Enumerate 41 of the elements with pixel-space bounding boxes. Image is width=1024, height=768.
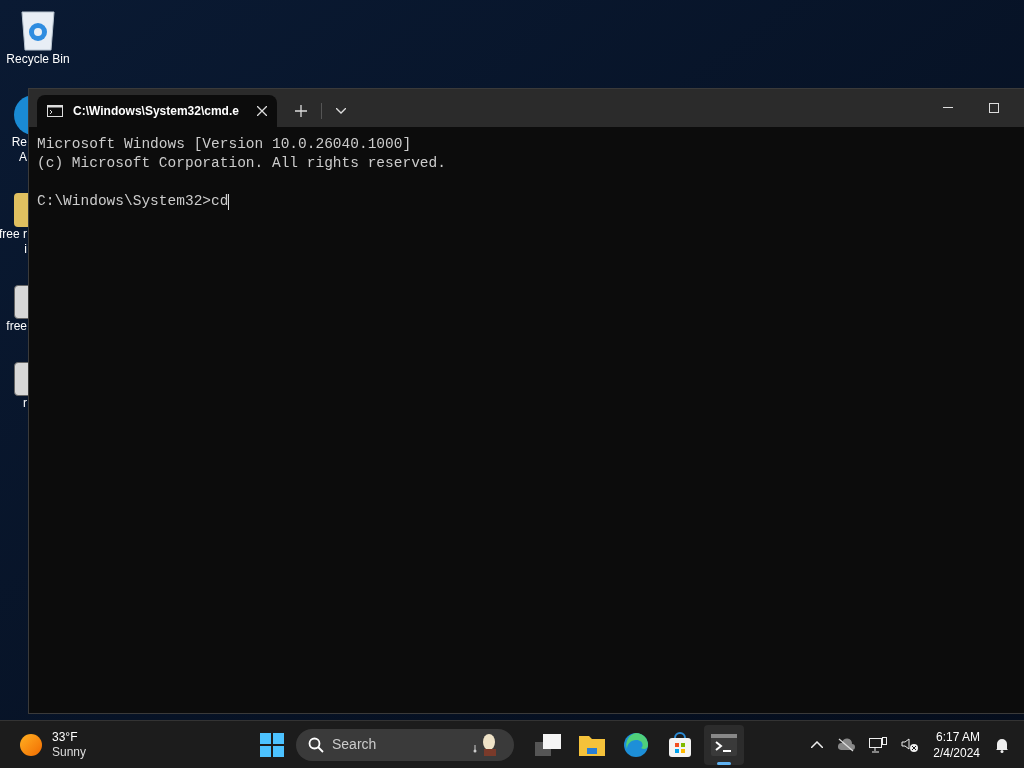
clock-date: 2/4/2024 [933,744,980,761]
folder-icon [579,733,605,756]
bell-icon[interactable] [994,736,1010,753]
console-line: Microsoft Windows [Version 10.0.26040.1000] [37,135,412,154]
search-input[interactable]: Search [332,734,442,755]
chevron-down-icon[interactable] [336,108,346,114]
windows-start-icon[interactable] [260,732,284,757]
active-indicator [717,761,731,765]
plus-icon[interactable] [295,105,307,117]
cloud-off-icon[interactable] [837,737,856,752]
maximize-icon[interactable] [989,103,999,113]
icon-label: Re [11,135,27,150]
task-view-icon [535,733,561,756]
icon-label: Recycle Bin [6,52,70,67]
chevron-up-icon[interactable] [811,741,824,748]
console-line: (c) Microsoft Corporation. All rights reserved. [37,154,446,173]
icon-label: r [23,396,27,411]
recycle-bin-icon [18,8,58,52]
icon-label: A [19,150,27,165]
close-icon[interactable] [257,106,267,116]
icon-label: free r [0,227,27,242]
tab-title: C:\Windows\System32\cmd.e [73,103,239,120]
icon-label: i [24,242,27,257]
network-icon[interactable] [869,736,888,753]
shopping-bag-icon [668,731,692,758]
text-cursor [228,193,230,210]
weather-condition: Sunny [52,744,87,760]
sun-icon [20,733,42,756]
search-field[interactable]: Search [296,728,514,761]
console-icon [47,105,63,117]
icon-label: free [6,319,27,334]
browser-icon [623,731,649,758]
search-icon [308,736,324,753]
tab[interactable]: C:\Windows\System32\cmd.e [37,95,277,127]
taskbar-app-button[interactable] [704,724,744,765]
minimize-icon[interactable] [943,107,953,109]
speaker-muted-icon[interactable] [901,736,920,753]
terminal-icon [711,733,737,756]
temperature: 33°F [52,729,79,745]
console-line: C:\Windows\System32>cd [37,192,229,211]
clock-time: 6:17 AM [935,728,980,745]
